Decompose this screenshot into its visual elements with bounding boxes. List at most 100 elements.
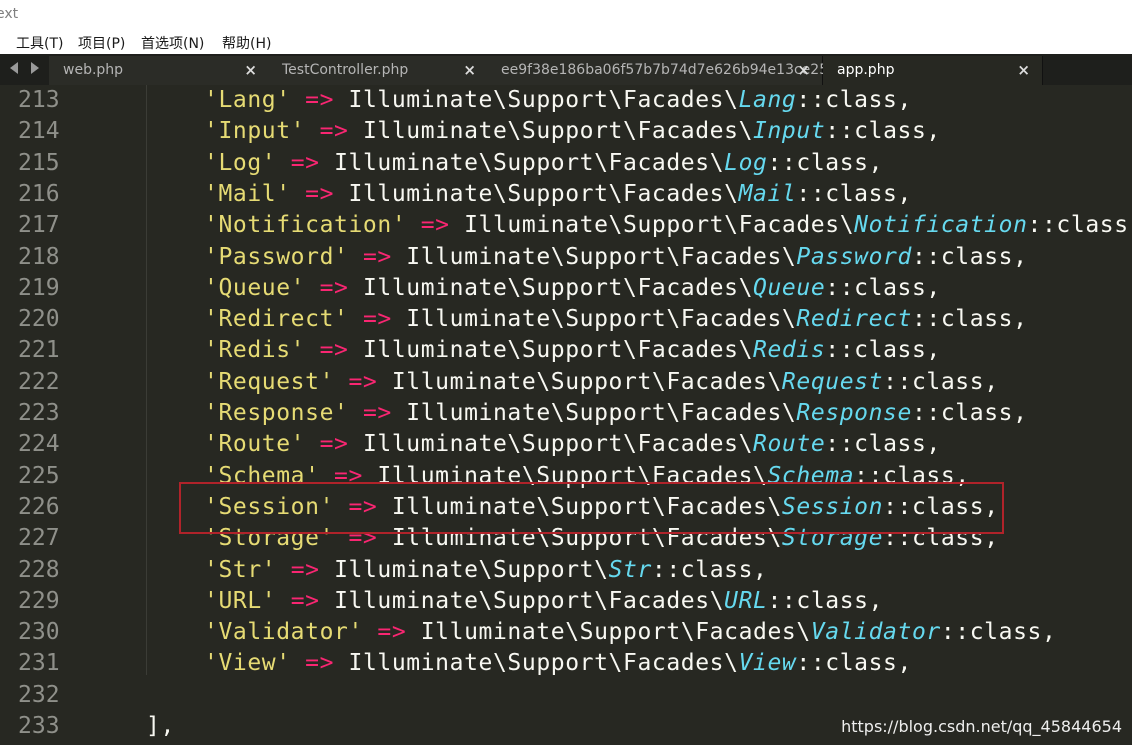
token-arrow: =>	[377, 619, 407, 646]
menu-preferences[interactable]: 首选项(N)	[141, 33, 204, 53]
token-arrow: =>	[348, 525, 378, 552]
code-text: 'Lang' => Illuminate\Support\Facades\Lan…	[204, 87, 912, 113]
token-arrow: =>	[305, 650, 335, 677]
token-ns: Illuminate\Support\Facades\	[348, 650, 739, 677]
tab-scroll-left-icon[interactable]	[10, 62, 18, 74]
token-tail: ::class,	[883, 525, 999, 552]
tab-close-icon[interactable]: ×	[244, 61, 257, 79]
tab-app-php[interactable]: app.php ×	[823, 56, 1043, 85]
line-number: 224	[18, 431, 60, 458]
code-line: 224 'Route' => Illuminate\Support\Facades…	[0, 429, 1132, 460]
line-number: 225	[18, 462, 60, 489]
menu-project[interactable]: 项目(P)	[78, 33, 125, 53]
token-ns: Illuminate\Support\Facades\	[348, 87, 739, 113]
code-line: 221 'Redis' => Illuminate\Support\Facades…	[0, 335, 1132, 366]
token-arrow: =>	[290, 587, 320, 614]
code-line: 219 'Queue' => Illuminate\Support\Facades…	[0, 273, 1132, 304]
line-number: 227	[18, 525, 60, 552]
token-tail: ::class,	[767, 587, 884, 614]
token-key: 'Storage'	[204, 525, 335, 552]
menu-tools[interactable]: 工具(T)	[16, 33, 63, 53]
token-key: 'Notification'	[204, 212, 407, 239]
tab-label: web.php	[63, 62, 124, 78]
tab-close-icon[interactable]: ×	[797, 61, 810, 79]
tab-label: ee9f38e186ba06f57b7b74d7e626b94e13ce2556	[501, 62, 846, 78]
token-key: 'Validator'	[204, 619, 363, 646]
token-arrow: =>	[305, 180, 335, 207]
token-arrow: =>	[334, 462, 363, 489]
code-line: 214 'Input' => Illuminate\Support\Facades…	[0, 116, 1132, 147]
token-key: 'Lang'	[204, 87, 291, 113]
code-text: 'Notification' => Illuminate\Support\Fac…	[204, 212, 1132, 238]
tab-close-icon[interactable]: ×	[463, 61, 476, 79]
tab-web-php[interactable]: web.php ×	[49, 56, 270, 85]
token-key: 'View'	[204, 650, 291, 677]
token-key: 'Password'	[204, 243, 349, 270]
token-key: 'Request'	[204, 368, 335, 395]
menu-help[interactable]: 帮助(H)	[222, 33, 271, 53]
token-arrow: =>	[319, 431, 349, 458]
line-number: 218	[18, 243, 60, 270]
code-text: 'Redis' => Illuminate\Support\Facades\Re…	[204, 337, 941, 363]
token-key: 'Queue'	[204, 274, 306, 301]
line-number: 232	[18, 681, 60, 708]
line-number: 222	[18, 368, 60, 395]
token-arrow: =>	[362, 400, 392, 426]
token-tail: ::class,	[825, 337, 941, 364]
line-number: 214	[18, 118, 60, 145]
token-ns: Illuminate\Support\Facades\	[420, 619, 811, 646]
line-number: 230	[18, 619, 60, 646]
line-number: 219	[18, 274, 60, 301]
token-cls: Response	[796, 400, 912, 426]
token-cls: Schema	[767, 462, 855, 489]
token-tail: ::class,	[796, 650, 912, 677]
code-text: 'Validator' => Illuminate\Support\Facade…	[204, 619, 1056, 645]
tab-close-icon[interactable]: ×	[1017, 61, 1030, 79]
token-cls: Log	[724, 149, 768, 176]
watermark: https://blog.csdn.net/qq_45844654	[841, 717, 1122, 736]
code-text: 'Log' => Illuminate\Support\Facades\Log:…	[204, 150, 883, 176]
token-key: 'Redis'	[204, 337, 306, 364]
token-ns: Illuminate\Support\Facades\	[391, 368, 782, 395]
line-number: 217	[18, 212, 60, 239]
token-arrow: =>	[362, 243, 392, 270]
tab-scroll-right-icon[interactable]	[31, 62, 39, 74]
token-tail: ::class,	[651, 556, 768, 583]
code-line: 227 'Storage' => Illuminate\Support\Facad…	[0, 523, 1132, 554]
token-cls: Input	[753, 118, 826, 145]
code-text: 'Route' => Illuminate\Support\Facades\Ro…	[204, 431, 941, 457]
code-text: 'Request' => Illuminate\Support\Facades\…	[204, 369, 999, 395]
token-tail: ::class,	[796, 180, 912, 207]
token-arrow: =>	[319, 337, 349, 364]
token-tail: ::class,	[883, 493, 999, 520]
token-arrow: =>	[290, 149, 320, 176]
tab-label: app.php	[837, 62, 895, 78]
line-number: 226	[18, 493, 60, 520]
tab-testcontroller-php[interactable]: TestController.php ×	[268, 56, 489, 85]
code-text: 'Str' => Illuminate\Support\Str::class,	[204, 557, 767, 583]
code-text: 'Queue' => Illuminate\Support\Facades\Qu…	[204, 275, 941, 301]
code-line: 225 'Schema' => Illuminate\Support\Facade…	[0, 461, 1132, 492]
token-tail: ::class,	[825, 118, 941, 145]
token-tail: ::class,	[796, 87, 912, 113]
code-line: 218 'Password' => Illuminate\Support\Faca…	[0, 242, 1132, 273]
token-arrow: =>	[305, 87, 335, 113]
token-tail: ::class,	[911, 400, 1028, 426]
code-line: 223 'Response' => Illuminate\Support\Faca…	[0, 398, 1132, 429]
code-text: 'URL' => Illuminate\Support\Facades\URL:…	[204, 588, 883, 614]
token-tail: ::class,	[825, 274, 941, 301]
code-line: 222 'Request' => Illuminate\Support\Facad…	[0, 367, 1132, 398]
code-line: 226 'Session' => Illuminate\Support\Facad…	[0, 492, 1132, 523]
token-key: 'Str'	[204, 556, 277, 583]
code-text: 'Schema' => Illuminate\Support\Facades\S…	[204, 463, 970, 489]
token-tail: ::class,	[854, 462, 970, 489]
code-editor[interactable]: 213 'Lang' => Illuminate\Support\Facades\…	[0, 85, 1132, 745]
token-cls: Password	[796, 243, 912, 270]
line-number: 231	[18, 650, 60, 677]
tab-ee9f38e[interactable]: ee9f38e186ba06f57b7b74d7e626b94e13ce2556…	[487, 56, 846, 85]
tab-label: TestController.php	[282, 62, 409, 78]
code-line: 213 'Lang' => Illuminate\Support\Facades\…	[0, 85, 1132, 116]
line-number: 221	[18, 337, 60, 364]
token-arrow: =>	[420, 212, 450, 239]
code-line: 229 'URL' => Illuminate\Support\Facades\U…	[0, 586, 1132, 617]
